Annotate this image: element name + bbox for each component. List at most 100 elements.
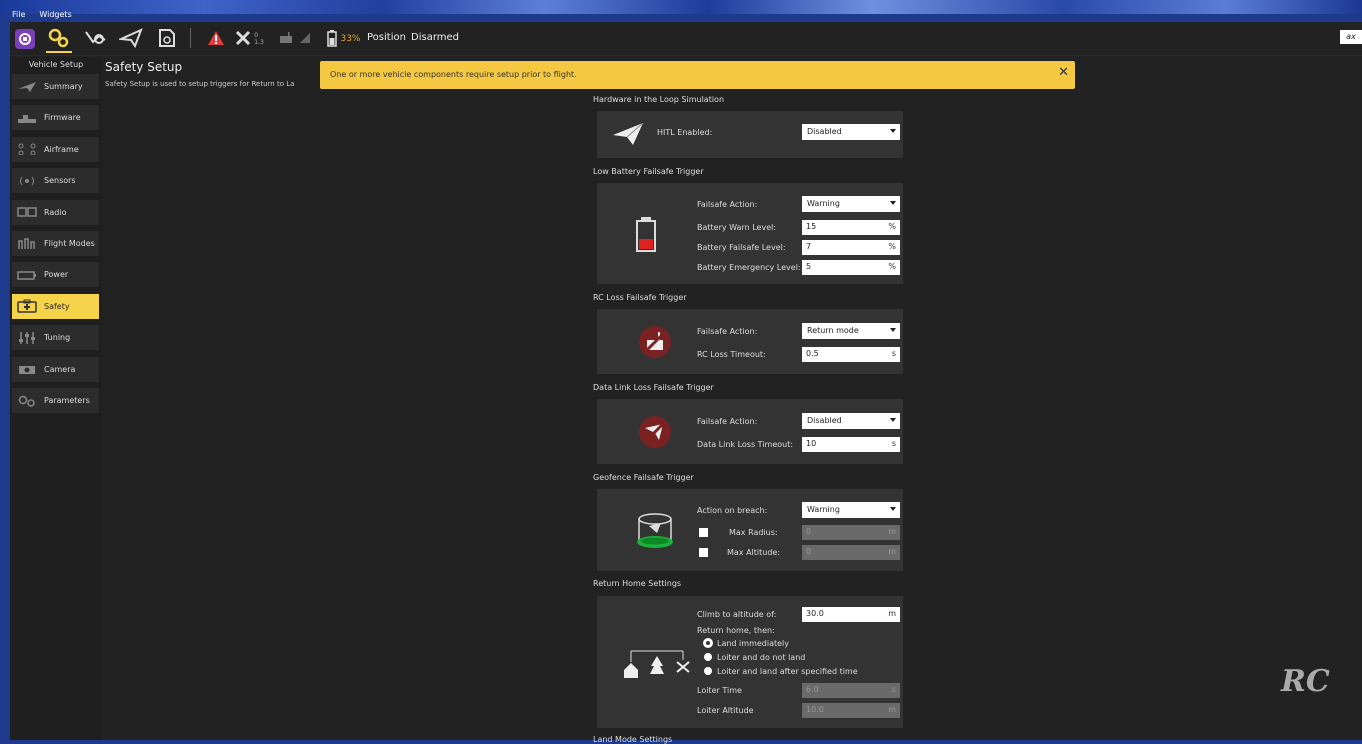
rc-timeout-value: 0.5 [806,349,819,358]
qgc-logo-button[interactable] [13,27,37,51]
sidebar-item-label: Parameters [44,396,90,405]
battery-emergency-value: 5 [806,262,812,271]
chevron-down-icon [890,328,896,332]
sidebar-item-label: Power [44,270,69,280]
rc-panel: Failsafe Action: Return mode RC Loss Tim… [597,309,903,374]
sidebar-item-label: Flight Modes [44,239,95,248]
geofence-action-label: Action on breach: [697,506,768,515]
sidebar-item-label: Sensors [44,176,76,186]
climb-altitude-value: 30.0 [806,609,824,618]
satellite-icon [234,29,254,50]
climb-altitude-input[interactable]: 30.0 m [802,607,900,622]
datalink-timeout-label: Data Link Loss Timeout: [697,440,794,449]
vehicle-setup-sidebar: Vehicle Setup Summary Firmware Airframe Sen… [10,57,102,740]
loiter-altitude-input[interactable]: 10.0 m [802,703,900,718]
battery-warn-input[interactable]: 15% [802,220,900,235]
max-altitude-value: 0 [806,547,812,556]
rc-timeout-input[interactable]: 0.5 s [802,347,900,362]
percent-unit: % [888,262,896,271]
rc-section-title: RC Loss Failsafe Trigger [593,293,687,302]
sidebar-item-airframe[interactable]: Airframe [12,136,99,162]
datalink-section-title: Data Link Loss Failsafe Trigger [593,383,714,392]
geofence-icon [633,511,677,554]
loiter-altitude-label: Loiter Altitude [697,706,754,715]
sidebar-item-safety[interactable]: Safety [12,293,99,319]
sidebar-item-tuning[interactable]: Tuning [12,325,99,351]
menu-widgets[interactable]: Widgets [37,10,73,22]
safety-icon [16,299,38,314]
hitl-panel: HITL Enabled: Disabled [597,111,903,158]
return-then-label: Return home, then: [697,626,775,635]
brand-logo: ax [1340,30,1362,44]
geofence-action-select[interactable]: Warning [802,502,900,518]
sidebar-item-flight-modes[interactable]: Flight Modes [12,231,99,256]
airframe-icon [16,143,38,156]
gears-icon [48,28,70,51]
geofence-panel: Action on breach: Warning Max Radius: 0m… [597,489,903,571]
seconds-unit: s [891,685,896,694]
rc-rssi-indicator[interactable] [278,27,294,51]
hitl-enabled-select[interactable]: Disabled [802,124,900,140]
datalink-panel: Failsafe Action: Disabled Data Link Loss… [597,399,903,464]
sidebar-item-label: Firmware [44,113,81,123]
analyze-button[interactable] [154,27,180,51]
max-radius-checkbox[interactable] [699,528,708,537]
banner-text: One or more vehicle components require s… [330,70,577,79]
gps-hdop: 1.3 [254,39,264,46]
meters-unit: m [888,547,896,556]
battery-indicator[interactable]: 33% [322,27,366,51]
loiter-then-land-radio[interactable] [704,667,712,675]
seconds-unit: s [891,439,896,448]
max-altitude-label: Max Altitude: [727,548,781,557]
rth-panel: Climb to altitude of: 30.0 m Return home,… [597,596,903,728]
sidebar-item-sensors[interactable]: Sensors [12,168,99,194]
close-icon[interactable]: ✕ [1058,65,1069,80]
loiter-time-input[interactable]: 6.0 s [802,683,900,698]
fly-view-button[interactable] [117,27,144,51]
rc-action-select[interactable]: Return mode [802,323,900,339]
loiter-no-land-radio[interactable] [704,653,712,661]
sensors-icon [16,175,38,187]
page-title: Safety Setup [105,60,183,74]
sidebar-item-power[interactable]: Power [12,262,99,288]
toolbar: 0 1.3 33% Position Disarmed ax [10,22,1362,56]
geofence-section-title: Geofence Failsafe Trigger [593,473,694,482]
sidebar-item-summary[interactable]: Summary [12,74,99,99]
land-immediately-radio[interactable] [704,639,712,647]
watermark-logo: RC [1281,664,1330,699]
setup-warning-banner: One or more vehicle components require s… [320,61,1075,89]
max-altitude-input[interactable]: 0m [802,545,900,560]
max-radius-input[interactable]: 0m [802,525,900,540]
flight-mode-selector[interactable]: Position [367,32,406,43]
sidebar-item-radio[interactable]: Radio [12,199,99,225]
meters-unit: m [888,527,896,536]
loiter-no-land-label: Loiter and do not land [717,653,806,662]
sidebar-item-camera[interactable]: Camera [12,356,99,382]
sidebar-item-parameters[interactable]: Parameters [12,388,99,413]
menu-bar: File Widgets [10,10,74,22]
parameters-icon [16,395,38,407]
messages-indicator[interactable] [206,27,226,51]
telemetry-rssi-indicator[interactable] [298,27,312,51]
vehicle-setup-button[interactable] [46,27,72,53]
menu-file[interactable]: File [10,10,27,22]
loiter-time-value: 6.0 [806,685,819,694]
battery-section-title: Low Battery Failsafe Trigger [593,167,704,176]
datalink-action-select[interactable]: Disabled [802,413,900,429]
arm-status[interactable]: Disarmed [411,32,459,43]
gps-count: 0 [254,32,259,39]
datalink-action-label: Failsafe Action: [697,417,758,426]
battery-failsafe-input[interactable]: 7% [802,240,900,255]
rc-action-value: Return mode [807,326,859,335]
max-radius-value: 0 [806,527,812,536]
gps-indicator[interactable]: 0 1.3 [232,27,266,51]
camera-icon [16,363,38,375]
battery-action-select[interactable]: Warning [802,196,900,212]
sidebar-item-label: Summary [44,82,83,91]
max-altitude-checkbox[interactable] [699,548,708,557]
plan-view-button[interactable] [82,27,108,51]
datalink-timeout-value: 10 [806,439,817,448]
battery-emergency-input[interactable]: 5% [802,260,900,275]
datalink-timeout-input[interactable]: 10 s [802,437,900,452]
sidebar-item-firmware[interactable]: Firmware [12,105,99,131]
